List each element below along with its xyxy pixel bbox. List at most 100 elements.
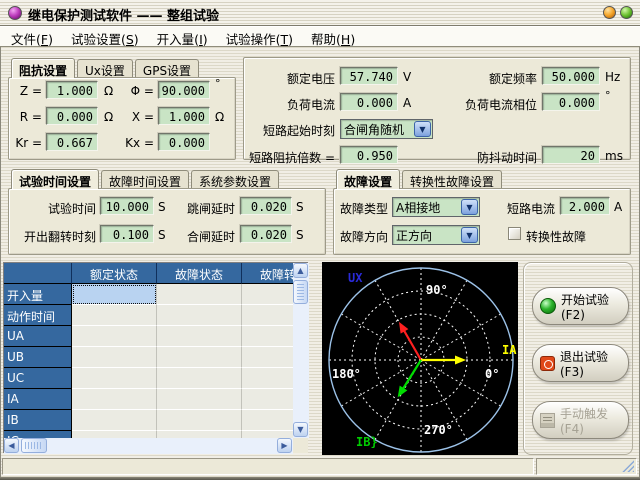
table-cell[interactable] — [72, 410, 157, 431]
hscroll-thumb[interactable] — [21, 438, 47, 453]
row-header: 开入量 — [4, 284, 72, 305]
z-input[interactable]: 1.000 — [46, 81, 98, 99]
flip-time-input[interactable]: 0.100 — [100, 225, 154, 243]
table-cell[interactable] — [157, 410, 242, 431]
rated-freq-unit: Hz — [605, 70, 620, 84]
x-label: X = — [116, 110, 154, 124]
tab-test-time[interactable]: 试验时间设置 — [11, 169, 99, 189]
table-cell[interactable] — [242, 305, 293, 326]
table-row: UA — [4, 326, 293, 347]
sc-current-unit: A — [614, 200, 622, 214]
kr-input[interactable]: 0.667 — [46, 133, 98, 151]
table-cell[interactable] — [72, 431, 157, 438]
table-row: UB — [4, 347, 293, 368]
load-current-input[interactable]: 0.000 — [340, 93, 398, 111]
table-hscrollbar[interactable]: ◀ ▶ — [4, 438, 293, 454]
resize-grip[interactable] — [622, 460, 634, 472]
table-cell[interactable] — [242, 410, 293, 431]
table-cell[interactable] — [242, 284, 293, 305]
menu-test-operation[interactable]: 试验操作(T) — [219, 27, 300, 47]
fault-direction-value: 正方向 — [393, 227, 435, 244]
anti-shake-label: 防抖动时间 — [455, 149, 537, 166]
table-cell[interactable] — [242, 326, 293, 347]
start-test-button[interactable]: 开始试验(F2) — [532, 287, 629, 325]
tab-fault-settings[interactable]: 故障设置 — [336, 169, 400, 189]
anti-shake-input[interactable]: 20 — [542, 146, 600, 164]
sc-current-label: 短路电流 — [505, 200, 555, 217]
phasor-plot: UX 90° IA 0° 180° 270° IB} — [322, 262, 518, 455]
tab-system-params[interactable]: 系统参数设置 — [191, 170, 279, 188]
test-time-label: 试验时间 — [14, 200, 96, 217]
rated-voltage-input[interactable]: 57.740 — [340, 67, 398, 85]
load-phase-input[interactable]: 0.000 — [542, 93, 600, 111]
chevron-down-icon[interactable]: ▼ — [461, 227, 478, 243]
label-ia: IA — [502, 343, 517, 357]
r-unit: Ω — [104, 110, 113, 124]
table-cell[interactable] — [242, 431, 293, 438]
table-cell[interactable] — [242, 347, 293, 368]
manual-trigger-button[interactable]: 手动触发(F4) — [532, 401, 629, 439]
table-cell[interactable] — [157, 326, 242, 347]
tab-ux-settings[interactable]: Ux设置 — [77, 59, 133, 77]
rated-freq-input[interactable]: 50.000 — [542, 67, 600, 85]
vscroll-thumb[interactable] — [293, 280, 308, 304]
tab-fault-time[interactable]: 故障时间设置 — [101, 170, 189, 188]
fault-type-select[interactable]: A相接地 ▼ — [392, 197, 480, 217]
table-cell[interactable] — [157, 431, 242, 438]
scroll-down-icon[interactable]: ▼ — [293, 422, 308, 437]
conversion-fault-checkbox[interactable] — [508, 227, 521, 240]
table-cell[interactable] — [242, 389, 293, 410]
sc-start-select[interactable]: 合闸角随机 ▼ — [340, 119, 433, 139]
chevron-down-icon[interactable]: ▼ — [414, 121, 431, 137]
menu-bar: 文件(F) 试验设置(S) 开入量(I) 试验操作(T) 帮助(H) — [0, 26, 640, 47]
test-time-input[interactable]: 10.000 — [100, 197, 154, 215]
x-unit: Ω — [215, 110, 224, 124]
column-header: 故障转换 — [242, 263, 293, 284]
tab-gps-settings[interactable]: GPS设置 — [135, 59, 199, 77]
menu-help[interactable]: 帮助(H) — [304, 27, 362, 47]
scroll-right-icon[interactable]: ▶ — [277, 438, 292, 453]
menu-file[interactable]: 文件(F) — [4, 27, 60, 47]
table-cell[interactable] — [72, 368, 157, 389]
manual-trigger-icon — [540, 413, 555, 428]
phi-input[interactable]: 90.000 — [158, 81, 210, 99]
table-cell[interactable] — [72, 305, 157, 326]
scroll-left-icon[interactable]: ◀ — [4, 438, 19, 453]
table-row: IC — [4, 431, 293, 438]
sc-current-input[interactable]: 2.000 — [560, 197, 610, 215]
menu-binary-input[interactable]: 开入量(I) — [150, 27, 215, 47]
close-delay-input[interactable]: 0.020 — [240, 225, 292, 243]
r-input[interactable]: 0.000 — [46, 107, 98, 125]
row-header: UA — [4, 326, 72, 347]
table-cell[interactable] — [157, 368, 242, 389]
minimize-button[interactable] — [603, 6, 616, 19]
chevron-down-icon[interactable]: ▼ — [461, 199, 478, 215]
table-cell[interactable] — [157, 284, 242, 305]
table-vscrollbar[interactable]: ▲ ▼ — [293, 263, 309, 438]
table-cell[interactable] — [72, 326, 157, 347]
table-cell[interactable] — [157, 305, 242, 326]
sc-start-value: 合闸角随机 — [341, 121, 407, 138]
close-button[interactable] — [620, 6, 633, 19]
selected-cell[interactable] — [72, 284, 157, 305]
r-label: R = — [6, 110, 42, 124]
row-header: IC — [4, 431, 72, 438]
action-button-panel: 开始试验(F2) 退出试验(F3) 手动触发(F4) — [523, 262, 633, 455]
table-cell[interactable] — [72, 347, 157, 368]
row-header: 动作时间 — [4, 305, 72, 326]
table-cell[interactable] — [157, 389, 242, 410]
scroll-up-icon[interactable]: ▲ — [293, 263, 308, 278]
sc-start-label: 短路起始时刻 — [255, 122, 335, 139]
sc-ratio-input[interactable]: 0.950 — [340, 146, 398, 164]
tab-impedance-settings[interactable]: 阻抗设置 — [11, 58, 75, 78]
table-cell[interactable] — [72, 389, 157, 410]
table-cell[interactable] — [157, 347, 242, 368]
tab-conversion-fault-settings[interactable]: 转换性故障设置 — [402, 170, 502, 188]
menu-test-settings[interactable]: 试验设置(S) — [64, 27, 146, 47]
table-cell[interactable] — [242, 368, 293, 389]
trip-delay-input[interactable]: 0.020 — [240, 197, 292, 215]
fault-direction-select[interactable]: 正方向 ▼ — [392, 225, 480, 245]
x-input[interactable]: 1.000 — [158, 107, 210, 125]
kx-input[interactable]: 0.000 — [158, 133, 210, 151]
exit-test-button[interactable]: 退出试验(F3) — [532, 344, 629, 382]
